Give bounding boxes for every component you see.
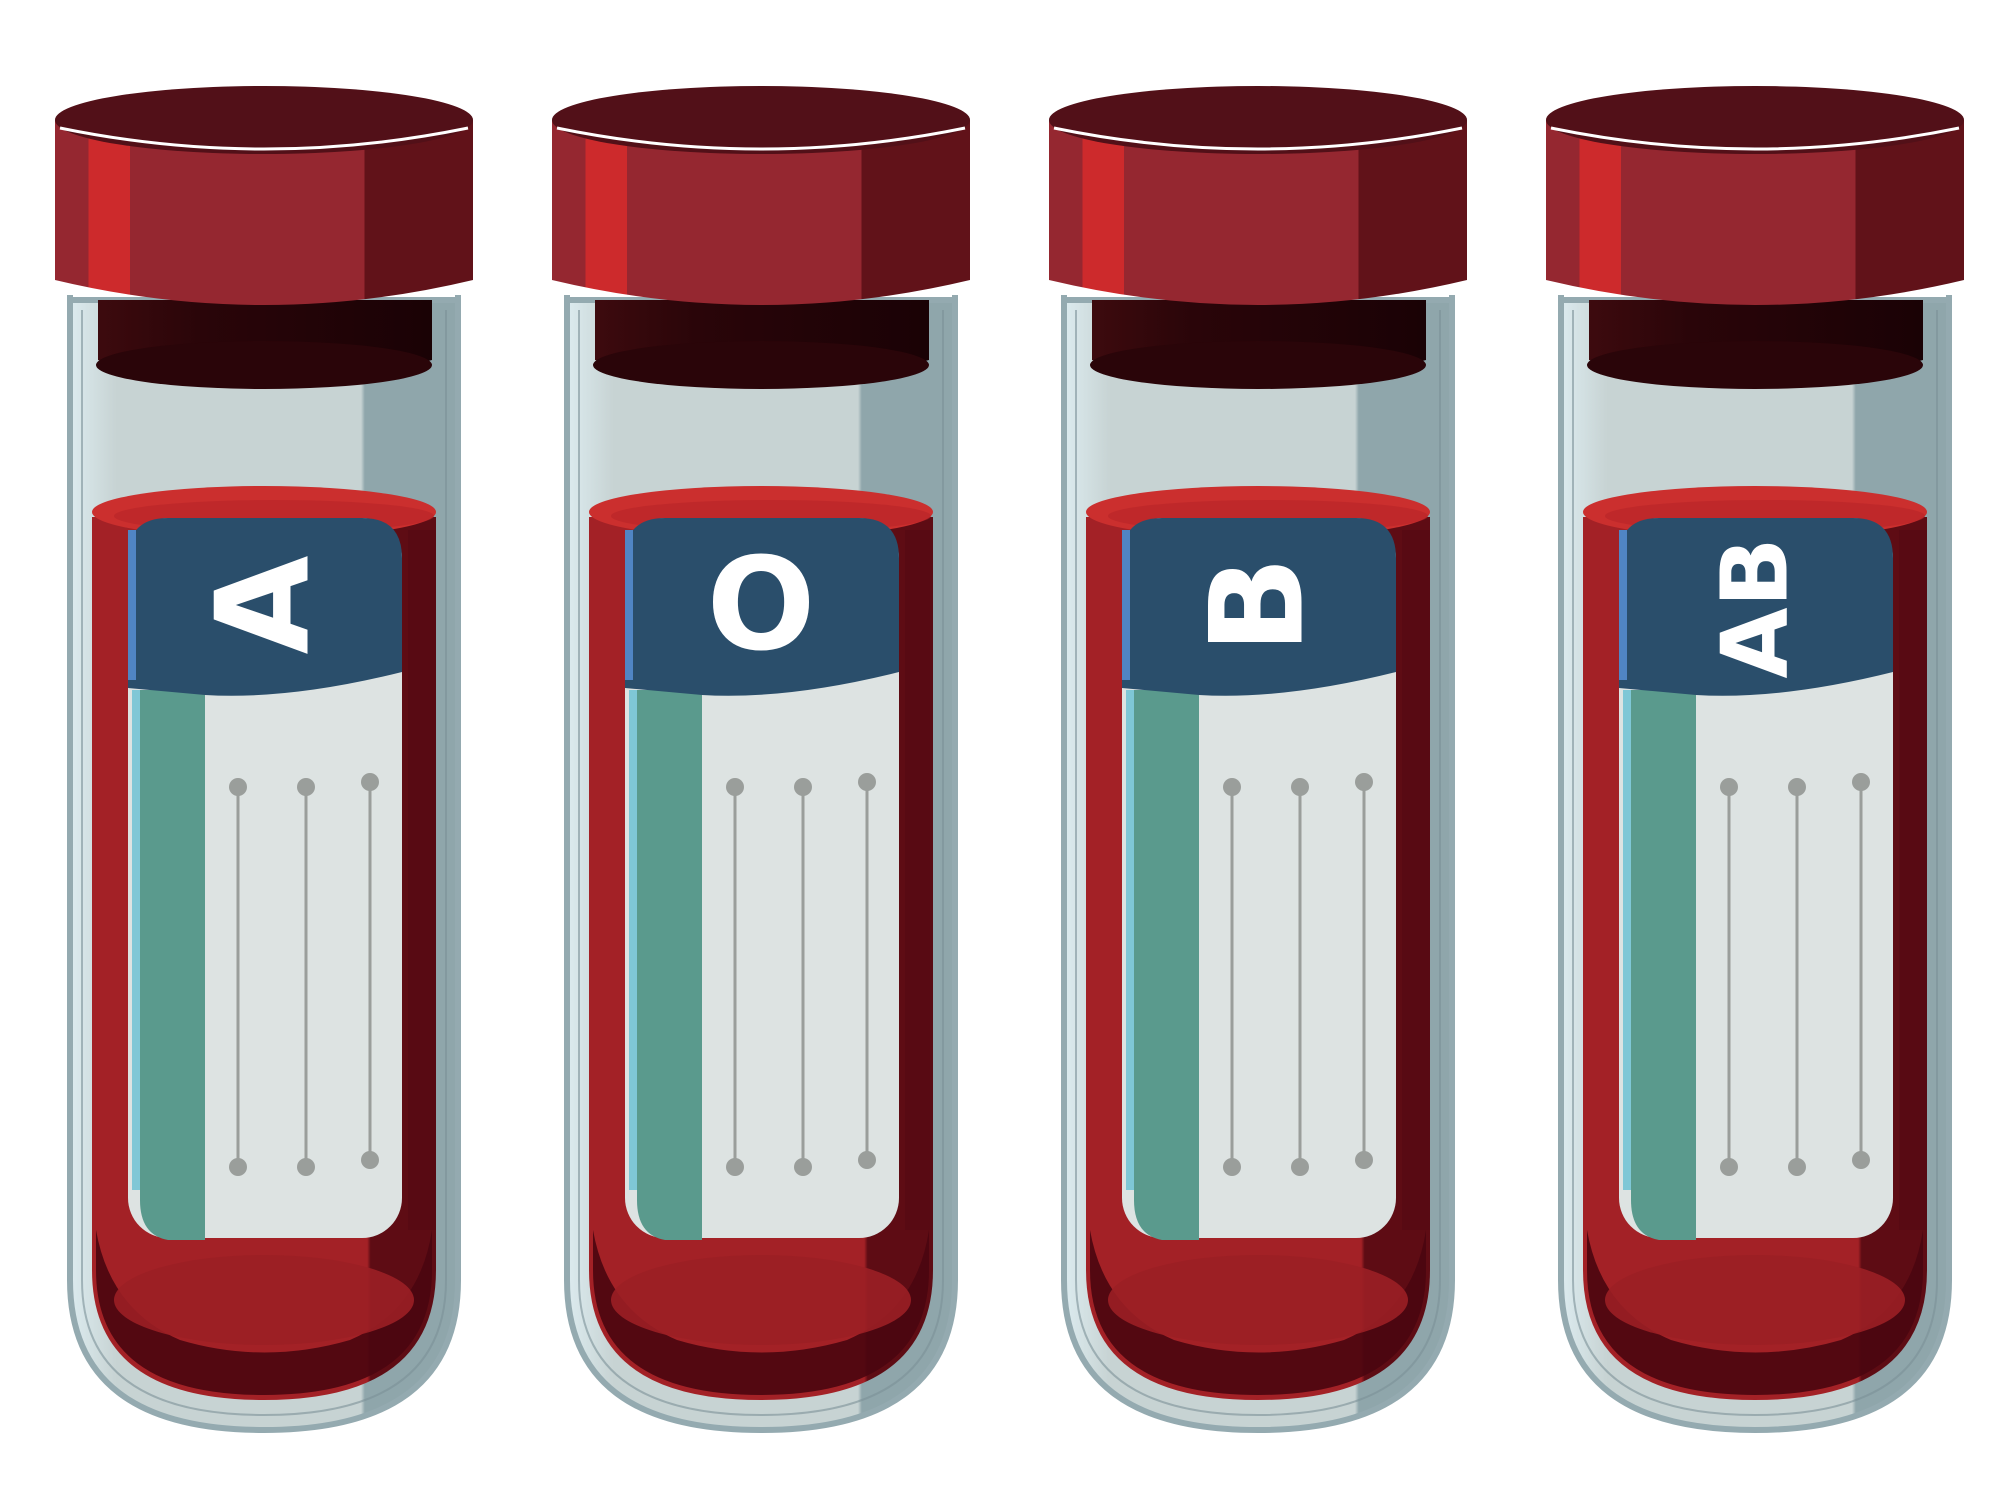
- stopper-bottom: [96, 341, 432, 389]
- blood-type-letter: AB: [1702, 537, 1809, 678]
- label-dot: [726, 778, 744, 796]
- glass-reflection: [905, 530, 933, 1230]
- label-dot: [297, 1158, 315, 1176]
- label-header-edge: [1619, 530, 1627, 680]
- label-dot: [1291, 778, 1309, 796]
- label-dot: [361, 1151, 379, 1169]
- cap-top: [1049, 86, 1467, 154]
- label-header-edge: [128, 530, 136, 680]
- label-dot: [229, 1158, 247, 1176]
- cap-top: [55, 86, 473, 154]
- stopper-bottom: [593, 341, 929, 389]
- glass-reflection: [408, 530, 436, 1230]
- label-dot: [1223, 778, 1241, 796]
- label-dot: [1788, 778, 1806, 796]
- label-dot: [1788, 1158, 1806, 1176]
- label-header-edge: [625, 530, 633, 680]
- label-stripe: [140, 690, 205, 1240]
- label-dot: [1852, 773, 1870, 791]
- label-dot: [297, 778, 315, 796]
- label-stripe-edge: [629, 690, 637, 1190]
- label-dot: [858, 1151, 876, 1169]
- label-dot: [1355, 1151, 1373, 1169]
- label-dot: [794, 1158, 812, 1176]
- blood-type-letter: O: [707, 531, 816, 680]
- label-dot: [858, 773, 876, 791]
- label-dot: [726, 1158, 744, 1176]
- glass-reflection: [1899, 530, 1927, 1230]
- label-stripe: [1631, 690, 1696, 1240]
- label-dot: [1223, 1158, 1241, 1176]
- blood-bottom-highlight: [114, 1255, 414, 1345]
- blood-tube: B: [1049, 86, 1467, 1434]
- cap-top: [552, 86, 970, 154]
- label-dot: [1291, 1158, 1309, 1176]
- label-stripe-edge: [1623, 690, 1631, 1190]
- blood-bottom-highlight: [1605, 1255, 1905, 1345]
- label-stripe-edge: [132, 690, 140, 1190]
- label-dot: [1720, 1158, 1738, 1176]
- label-dot: [361, 773, 379, 791]
- cap-top: [1546, 86, 1964, 154]
- blood-tube: AB: [1546, 86, 1964, 1434]
- blood-bottom-highlight: [1108, 1255, 1408, 1345]
- label-dot: [794, 778, 812, 796]
- label-dot: [1720, 778, 1738, 796]
- blood-type-letter: A: [190, 555, 339, 654]
- label-dot: [229, 778, 247, 796]
- blood-type-letter: B: [1184, 556, 1333, 654]
- stopper-bottom: [1090, 341, 1426, 389]
- label-stripe-edge: [1126, 690, 1134, 1190]
- stopper-bottom: [1587, 341, 1923, 389]
- blood-bottom-highlight: [611, 1255, 911, 1345]
- label-stripe: [637, 690, 702, 1240]
- label-header-edge: [1122, 530, 1130, 680]
- blood-tube: A: [55, 86, 473, 1434]
- blood-tubes-illustration: A O B AB: [55, 86, 1964, 1434]
- blood-tube: O: [552, 86, 970, 1434]
- label-dot: [1355, 773, 1373, 791]
- glass-reflection: [1402, 530, 1430, 1230]
- label-dot: [1852, 1151, 1870, 1169]
- label-stripe: [1134, 690, 1199, 1240]
